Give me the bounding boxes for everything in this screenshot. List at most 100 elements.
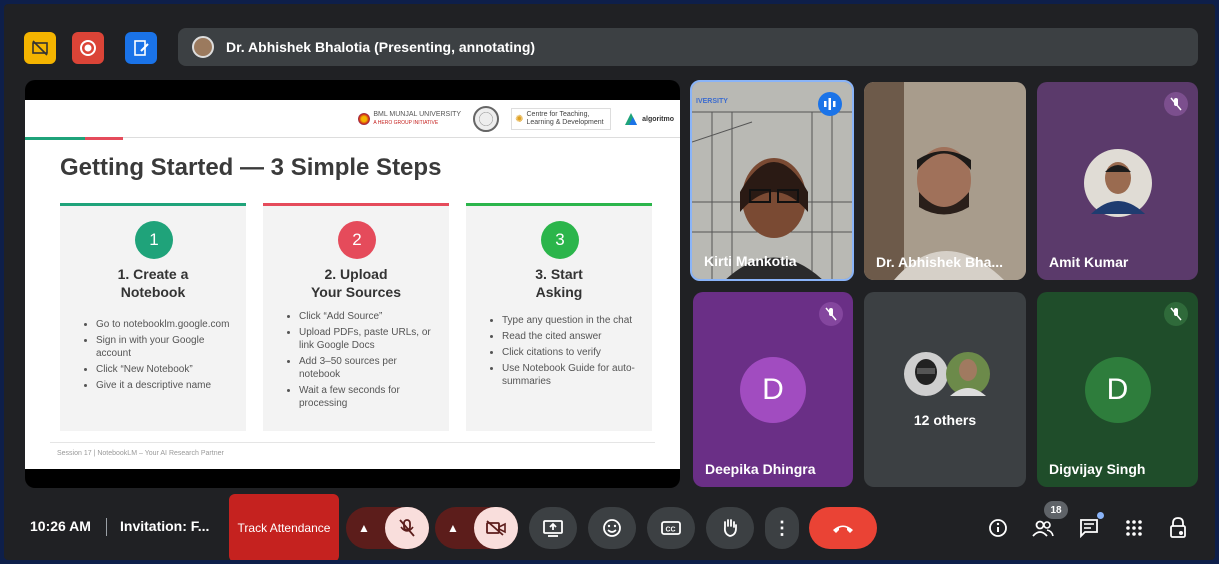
more-options-button[interactable]: ⋮ [765,507,799,549]
no-caption-icon[interactable] [24,32,56,64]
captions-icon: CC [661,521,681,535]
ctld-logo-text: Centre for Teaching, Learning & Developm… [526,111,604,126]
avatar-deepika: D [740,356,806,423]
chat-unread-dot [1097,512,1104,519]
raise-hand-button[interactable] [706,507,754,549]
camera-options-chevron-icon[interactable]: ▲ [447,521,459,535]
meeting-time: 10:26 AM [30,518,91,534]
bml-logo-text: BML MUNJAL UNIVERSITY [373,111,462,118]
emoji-icon [603,519,621,537]
hand-icon [723,519,737,537]
step-card-3: 3 3. Start Asking Type any question in t… [466,203,652,431]
lock-person-icon [1170,517,1186,538]
background-text: IVERSITY [696,98,728,105]
participant-name: Deepika Dhingra [705,461,816,477]
mic-off-button[interactable] [385,507,429,549]
card-accent [466,203,652,206]
card-list: Click “Add Source” Upload PDFs, paste UR… [277,310,439,413]
leave-call-button[interactable] [809,507,877,549]
list-item: Add 3–50 sources per notebook [299,355,439,381]
mic-off-icon [1164,302,1188,326]
seal-logo [473,106,500,132]
slide-accent-green [25,137,85,140]
bottom-toolbar: 10:26 AM Invitation: F... Track Attendan… [4,494,1215,560]
present-button[interactable] [529,507,577,549]
participant-tile-deepika[interactable]: D Deepika Dhingra [693,292,853,487]
mic-off-icon [1164,92,1188,116]
meet-window: Dr. Abhishek Bhalotia (Presenting, annot… [4,4,1215,560]
participant-tile-amit[interactable]: Amit Kumar [1037,82,1198,280]
bml-logo: BML MUNJAL UNIVERSITY A HERO GROUP INITI… [358,111,461,127]
bml-logo-sub: A HERO GROUP INITIATIVE [373,120,439,126]
captions-button[interactable]: CC [647,507,695,549]
card-list: Go to notebooklm.google.com Sign in with… [74,318,236,395]
others-avatars [904,352,990,396]
mic-control-group: ▲ [346,507,429,549]
list-item: Click “Add Source” [299,310,439,323]
others-count-label: 12 others [913,412,977,428]
separator [106,518,107,536]
list-item: Sign in with your Google account [96,334,236,360]
algoritmo-logo: algoritmo [623,112,674,126]
camera-off-icon [486,520,506,536]
list-item: Click “New Notebook” [96,363,236,376]
edit-doc-icon[interactable] [125,32,157,64]
meeting-details-button[interactable] [985,515,1011,541]
slide-title: Getting Started — 3 Simple Steps [60,154,442,181]
meeting-title[interactable]: Invitation: F... [120,518,209,534]
card-heading: 1. Create a Notebook [70,265,236,301]
slide-footer: Session 17 | NotebookLM – Your AI Resear… [57,450,224,457]
participant-tile-digvijay[interactable]: D Digvijay Singh [1037,292,1198,487]
people-icon [1032,520,1054,537]
presenter-avatar [192,36,214,58]
slide-accent-red [85,137,123,140]
participant-name: Dr. Abhishek Bha... [876,254,1004,270]
present-screen-icon [543,520,563,537]
list-item: Use Notebook Guide for auto-summaries [502,362,642,388]
card-accent [60,203,246,206]
mic-off-icon [819,302,843,326]
presenter-label: Dr. Abhishek Bhalotia (Presenting, annot… [226,39,536,55]
card-heading-line-1: 2. Upload [324,266,388,282]
card-heading-line-2: Your Sources [311,284,401,300]
participant-tile-abhishek[interactable]: Dr. Abhishek Bha... [864,82,1026,280]
step-card-2: 2 2. Upload Your Sources Click “Add Sour… [263,203,449,431]
participant-name: Digvijay Singh [1049,461,1146,477]
ctld-logo: ✺ Centre for Teaching, Learning & Develo… [511,108,612,130]
list-item: Wait a few seconds for processing [299,384,439,410]
record-icon[interactable] [72,32,104,64]
mic-options-chevron-icon[interactable]: ▲ [358,521,370,535]
track-attendance-button[interactable]: Track Attendance [229,494,339,560]
step-card-1: 1 1. Create a Notebook Go to notebooklm.… [60,203,246,431]
list-item: Go to notebooklm.google.com [96,318,236,331]
speaking-icon [818,92,842,116]
host-controls-button[interactable] [1165,515,1191,541]
info-icon [989,519,1007,537]
mic-off-icon [399,519,415,537]
hang-up-icon [833,525,853,533]
card-heading: 3. Start Asking [476,265,642,301]
slide-logos: BML MUNJAL UNIVERSITY A HERO GROUP INITI… [358,106,674,132]
chat-button[interactable] [1076,512,1104,541]
participant-name: Kirti Mankotia [704,253,797,269]
avatar-digvijay: D [1084,356,1151,423]
camera-off-button[interactable] [474,507,518,549]
top-bar: Dr. Abhishek Bhalotia (Presenting, annot… [4,4,1215,84]
card-accent [263,203,449,206]
chat-icon [1080,519,1098,538]
people-button[interactable] [1030,515,1056,541]
activities-button[interactable] [1121,515,1147,541]
participant-tile-kirti[interactable]: IVERSITY Kirti Mankotia [690,80,854,281]
card-heading-line-2: Notebook [120,284,186,300]
step-number: 2 [338,221,376,259]
list-item: Upload PDFs, paste URLs, or link Google … [299,326,439,352]
card-heading-line-2: Asking [535,284,583,300]
reactions-button[interactable] [588,507,636,549]
step-number: 1 [135,221,173,259]
slide-footer-divider [50,442,655,443]
presentation-area: BML MUNJAL UNIVERSITY A HERO GROUP INITI… [25,80,680,488]
list-item: Give it a descriptive name [96,379,236,392]
participant-tile-others[interactable]: 12 others [864,292,1026,487]
camera-control-group: ▲ [435,507,518,549]
avatar-amit [1084,149,1152,217]
